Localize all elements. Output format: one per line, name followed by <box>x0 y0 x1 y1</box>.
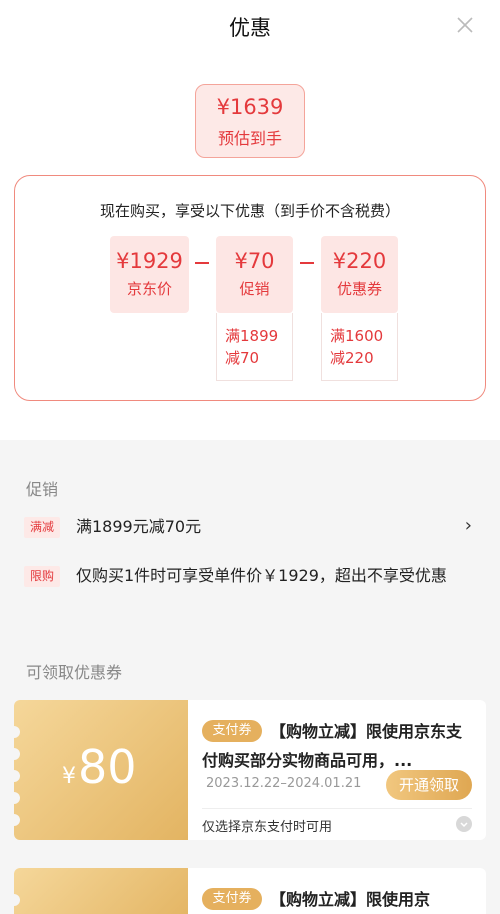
coupon-notch <box>14 726 20 738</box>
coupon-type-tag: 支付券 <box>202 888 262 910</box>
price-calculation-box: 现在购买，享受以下优惠（到手价不含税费） ¥1929 京东价 ¥70 促销 满1… <box>14 175 486 401</box>
coupon-condition-line1: 满1600 <box>330 327 384 345</box>
discount-panel: 优惠 ¥1639 预估到手 现在购买，享受以下优惠（到手价不含税费） ¥1929… <box>0 0 500 440</box>
chevron-right-icon[interactable]: › <box>465 515 472 536</box>
coupon-condition-line2: 减220 <box>330 349 374 367</box>
coupon-notch <box>14 770 20 782</box>
currency-symbol: ¥ <box>62 764 76 789</box>
minus-operator <box>300 262 314 264</box>
promotions-title: 促销 <box>26 480 59 499</box>
coupon-amount-value: 80 <box>78 740 137 794</box>
coupon-footnote: 仅选择京东支付时可用 <box>202 820 333 835</box>
coupon-validity-date: 2023.12.22–2024.01.21 <box>206 776 362 791</box>
jd-price-value: ¥1929 <box>116 249 183 273</box>
promotion-tag: 满减 <box>24 517 60 538</box>
coupon-card: ¥80 【购物立减】限使用京东支付购买部分实物商品可用，... 支付券 2023… <box>14 700 486 840</box>
claim-coupon-button[interactable]: 开通领取 <box>386 770 472 800</box>
promotion-condition-line2: 减70 <box>225 349 260 367</box>
coupon-notch <box>14 894 20 906</box>
coupons-title: 可领取优惠券 <box>26 663 123 682</box>
page-title: 优惠 <box>229 16 271 40</box>
coupon-amount-panel: ¥80 <box>14 700 188 840</box>
coupon-amount-panel <box>14 868 188 914</box>
jd-price-label: 京东价 <box>126 280 172 298</box>
divider <box>202 808 472 809</box>
expand-chevron-icon[interactable] <box>456 816 472 832</box>
promotions-section: 促销 满减 满1899元减70元 › 限购 仅购买1件时可享受单件价￥1929，… <box>0 440 500 682</box>
promotion-box: ¥70 促销 <box>216 236 293 313</box>
coupon-card: 【购物立减】限使用京 支付券 <box>14 868 486 914</box>
final-price: ¥1639 <box>216 95 284 119</box>
coupon-value: ¥220 <box>332 249 387 273</box>
promotion-condition-line1: 满1899 <box>225 327 279 345</box>
promotion-condition: 满1899 减70 <box>216 313 293 381</box>
promotion-value: ¥70 <box>234 249 275 273</box>
promotion-tag: 限购 <box>24 566 60 587</box>
coupon-condition: 满1600 减220 <box>321 313 398 381</box>
final-price-badge: ¥1639 预估到手 <box>195 84 305 158</box>
final-price-label: 预估到手 <box>217 129 282 148</box>
coupon-box: ¥220 优惠券 <box>321 236 398 313</box>
calculation-note: 现在购买，享受以下优惠（到手价不含税费） <box>99 202 400 220</box>
close-icon[interactable] <box>454 14 476 36</box>
coupon-label: 优惠券 <box>336 280 382 298</box>
minus-operator <box>195 262 209 264</box>
coupon-amount: ¥80 <box>62 740 137 794</box>
coupon-notch <box>14 748 20 760</box>
coupon-notch <box>14 792 20 804</box>
coupon-notch <box>14 814 20 826</box>
promotion-text: 仅购买1件时可享受单件价￥1929，超出不享受优惠 <box>76 566 447 585</box>
promotion-label: 促销 <box>239 280 270 298</box>
jd-price-box: ¥1929 京东价 <box>110 236 189 313</box>
coupon-type-tag: 支付券 <box>202 720 262 742</box>
promotion-text: 满1899元减70元 <box>76 517 202 536</box>
